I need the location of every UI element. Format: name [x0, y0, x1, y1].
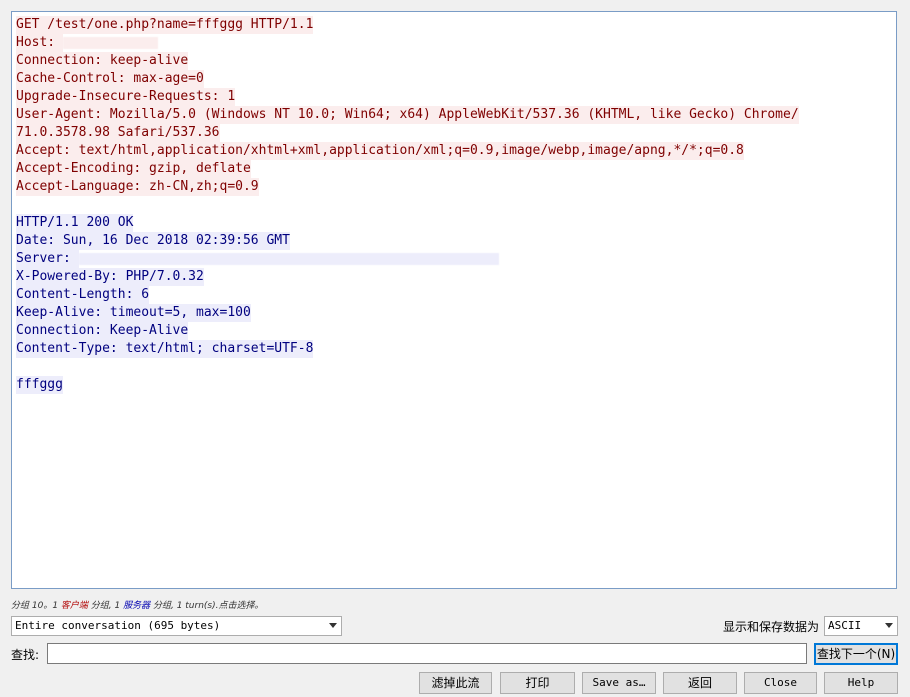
- response-header: Content-Type: text/html; charset=UTF-8: [16, 340, 314, 358]
- response-header: Date: Sun, 16 Dec 2018 02:39:56 GMT: [16, 232, 290, 250]
- find-next-button[interactable]: 查找下一个(N): [814, 643, 898, 665]
- status-client-word: 客户端: [60, 601, 88, 611]
- redacted-server-value: [78, 252, 499, 265]
- request-header: User-Agent: Mozilla/5.0 (Windows NT 10.0…: [16, 106, 799, 124]
- response-header: X-Powered-By: PHP/7.0.32: [16, 268, 204, 286]
- encoding-select[interactable]: ASCII: [824, 616, 898, 636]
- response-header-server: Server:: [16, 250, 896, 268]
- conversation-select-value: Entire conversation (695 bytes): [15, 619, 221, 632]
- find-label: 查找:: [11, 648, 40, 662]
- chevron-down-icon: [329, 623, 337, 628]
- redacted-host-value: [62, 36, 158, 49]
- packet-summary-status: 分组 10。1 客户端 分组, 1 服务器 分组, 1 turn(s).点击选择…: [11, 598, 264, 611]
- stream-content-pane[interactable]: GET /test/one.php?name=fffggg HTTP/1.1 H…: [11, 11, 897, 589]
- status-server-word: 服务器: [123, 601, 151, 611]
- back-button[interactable]: 返回: [663, 672, 737, 694]
- encoding-label: 显示和保存数据为: [722, 620, 819, 634]
- request-header: Accept-Encoding: gzip, deflate: [16, 160, 251, 178]
- request-header-host: Host:: [16, 34, 896, 52]
- status-middle: 分组, 1: [87, 601, 124, 611]
- response-body: fffggg: [16, 376, 63, 394]
- request-header: Upgrade-Insecure-Requests: 1: [16, 88, 236, 106]
- response-header: Connection: Keep-Alive: [16, 322, 189, 340]
- filter-out-button[interactable]: 滤掉此流: [419, 672, 492, 694]
- response-header: Keep-Alive: timeout=5, max=100: [16, 304, 251, 322]
- conversation-select[interactable]: Entire conversation (695 bytes): [11, 616, 342, 636]
- save-as-button[interactable]: Save as…: [582, 672, 656, 694]
- find-input[interactable]: [47, 643, 807, 664]
- status-suffix: 分组, 1 turn(s).点击选择。: [150, 601, 264, 611]
- request-line: GET /test/one.php?name=fffggg HTTP/1.1: [16, 16, 314, 34]
- response-status-line: HTTP/1.1 200 OK: [16, 214, 134, 232]
- status-prefix: 分组 10。1: [11, 601, 61, 611]
- request-header: 71.0.3578.98 Safari/537.36: [16, 124, 220, 142]
- print-button[interactable]: 打印: [500, 672, 575, 694]
- follow-tcp-stream-window: GET /test/one.php?name=fffggg HTTP/1.1 H…: [0, 0, 910, 697]
- close-button[interactable]: Close: [744, 672, 817, 694]
- chevron-down-icon: [885, 623, 893, 628]
- request-header: Accept-Language: zh-CN,zh;q=0.9: [16, 178, 259, 196]
- help-button[interactable]: Help: [824, 672, 898, 694]
- response-header: Content-Length: 6: [16, 286, 150, 304]
- request-header: Cache-Control: max-age=0: [16, 70, 204, 88]
- request-header: Connection: keep-alive: [16, 52, 189, 70]
- request-header: Accept: text/html,application/xhtml+xml,…: [16, 142, 744, 160]
- encoding-select-value: ASCII: [828, 619, 862, 632]
